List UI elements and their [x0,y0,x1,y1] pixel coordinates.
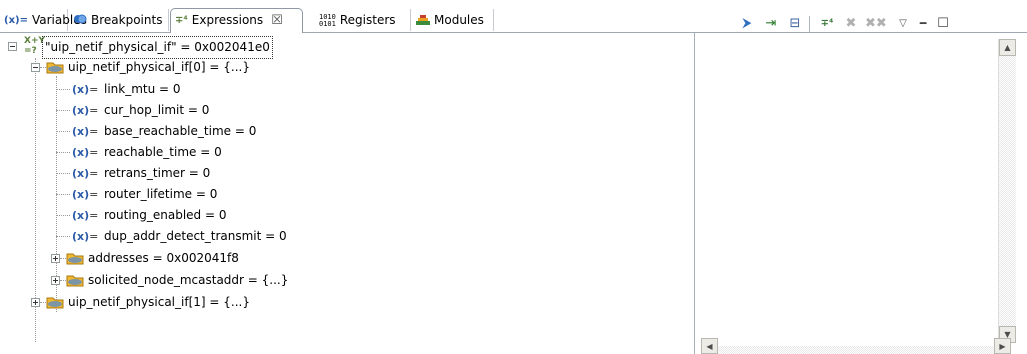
variable-icon: (x)= [72,83,99,96]
collapse-all-icon[interactable]: ⇥ [761,14,781,34]
tree-line [56,110,70,111]
struct-folder-icon [66,250,84,273]
field-label: routing_enabled = 0 [104,208,227,222]
add-watch-expression-icon[interactable]: ∓⁴ [817,14,837,34]
variable-icon: (x)= [72,167,99,180]
layout-icon[interactable]: ⊟ [785,14,805,34]
collapse-icon[interactable] [8,42,17,51]
field-label: reachable_time = 0 [104,145,222,159]
expressions-icon: ∓⁴ [175,14,188,26]
root-expression-label: "uip_netif_physical_if" = 0x002041e0 [42,36,273,59]
expressions-tree: X+Y =? "uip_netif_physical_if" = 0x002041… [4,33,694,354]
variable-icon: (x)= [72,125,99,138]
vertical-scrollbar[interactable]: ▲ ▼ [998,39,1016,343]
variable-icon: (x)= [72,104,99,117]
toolbar-separator [809,16,810,32]
show-type-names-icon[interactable]: ⮞ [737,14,757,34]
tab-expressions-label: Expressions [191,13,264,27]
tab-variables[interactable]: (x)= Variables [0,9,87,31]
maximize-icon[interactable]: ☐ [933,14,953,34]
addresses-label: addresses = 0x002041f8 [88,251,239,265]
tab-modules[interactable]: Modules [412,9,494,31]
horizontal-scrollbar[interactable]: ◀ ▶ [701,338,1011,354]
field-label: base_reachable_time = 0 [104,124,257,138]
tree-line [56,194,70,195]
breakpoints-icon [73,10,87,32]
detail-pane[interactable]: ▲ ▼ ◀ ▶ [694,33,1027,354]
registers-icon: 1010 0101 [319,12,336,28]
expand-icon[interactable] [51,254,60,263]
tab-registers[interactable]: 1010 0101 Registers [315,9,411,31]
view-menu-icon[interactable]: ▽ [893,14,913,34]
variables-icon: (x)= [4,14,28,26]
field-label: cur_hop_limit = 0 [104,103,210,117]
expand-icon[interactable] [31,298,40,307]
field-label: dup_addr_detect_transmit = 0 [104,229,287,243]
variable-icon: (x)= [72,230,99,243]
struct-folder-icon [46,59,64,82]
tree-line [56,173,70,174]
expand-icon[interactable] [51,276,60,285]
struct-folder-icon [46,294,64,317]
modules-icon [416,10,430,32]
variable-icon: (x)= [72,188,99,201]
tree-line [56,215,70,216]
scroll-up-icon[interactable]: ▲ [999,39,1016,56]
tab-registers-label: Registers [339,13,396,27]
field-label: router_lifetime = 0 [104,187,218,201]
scroll-right-icon[interactable]: ▶ [994,338,1011,354]
view-tab-bar: (x)= Variables Breakpoints ∓⁴ Expressions ☒… [0,6,1027,33]
child0-label: uip_netif_physical_if[0] = {...} [68,60,250,74]
tree-line [56,152,70,153]
tab-expressions[interactable]: ∓⁴ Expressions ☒ [170,8,303,33]
field-label: retrans_timer = 0 [104,166,211,180]
remove-all-expressions-icon[interactable]: ✖✖ [865,14,887,34]
variable-icon: (x)= [72,146,99,159]
collapse-icon[interactable] [31,63,40,72]
tree-line [56,131,70,132]
tree-line [56,236,70,237]
field-label: link_mtu = 0 [104,82,181,96]
scroll-left-icon[interactable]: ◀ [701,338,718,354]
tree-line [56,89,70,90]
close-icon[interactable]: ☒ [271,13,283,28]
remove-expression-icon[interactable]: ✖ [841,14,861,34]
minimize-icon[interactable]: ━ [913,14,933,34]
tab-breakpoints[interactable]: Breakpoints [69,9,169,31]
solicited-label: solicited_node_mcastaddr = {...} [88,273,289,287]
tab-breakpoints-label: Breakpoints [91,13,163,27]
child1-label: uip_netif_physical_if[1] = {...} [68,295,250,309]
variable-icon: (x)= [72,209,99,222]
tab-modules-label: Modules [434,13,484,27]
